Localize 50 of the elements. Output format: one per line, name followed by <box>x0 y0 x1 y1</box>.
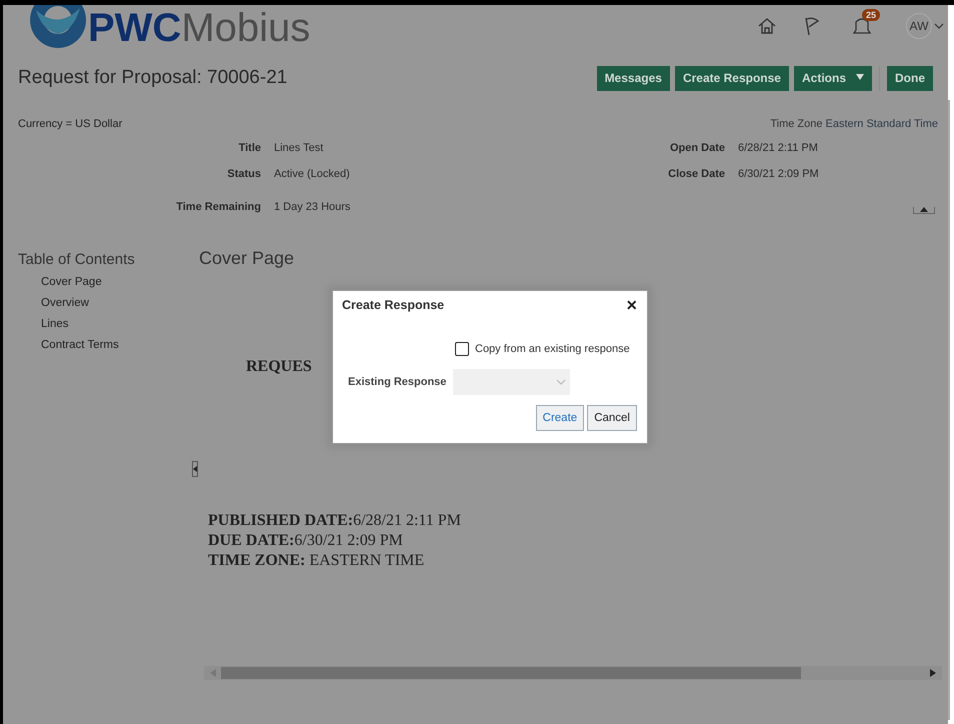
field-label: Status <box>226 168 261 180</box>
field-value: 6/30/21 2:09 PM <box>738 168 819 180</box>
toolbar-button[interactable]: Done <box>887 66 933 90</box>
splitter-handle[interactable] <box>192 461 198 477</box>
time-zone-value: Eastern Standard Time <box>825 118 938 130</box>
caret-down-icon <box>856 74 864 80</box>
field-label: Time Remaining <box>175 201 261 213</box>
field-label: Open Date <box>668 142 725 154</box>
document-text: DUE DATE:6/30/21 2:09 PM <box>208 531 404 551</box>
scroll-right-icon[interactable] <box>930 669 936 677</box>
section-heading: Cover Page <box>199 248 296 269</box>
field-value: 6/28/21 2:11 PM <box>738 142 819 154</box>
toc-link[interactable]: Lines <box>41 318 199 330</box>
page-title: Request for Proposal: 70006-21 <box>18 67 288 89</box>
create-button[interactable]: Create <box>536 405 584 431</box>
collapse-button[interactable] <box>913 207 935 214</box>
close-button[interactable]: × <box>626 294 637 316</box>
chevron-down-icon[interactable] <box>934 22 944 30</box>
cancel-button[interactable]: Cancel <box>587 405 637 431</box>
bell-icon[interactable] <box>852 16 872 36</box>
chevron-down-icon <box>556 379 566 385</box>
field-value: Active (Locked) <box>274 168 351 180</box>
home-icon[interactable] <box>757 16 777 36</box>
dialog-title: Create Response <box>342 298 444 312</box>
logo-icon <box>30 5 86 48</box>
field-label: Title <box>238 142 261 154</box>
document-text: TIME ZONE: EASTERN TIME <box>208 551 426 571</box>
toolbar-button[interactable]: Create Response <box>674 66 789 90</box>
actions-menu-button[interactable]: Actions <box>794 66 872 90</box>
checkbox[interactable] <box>455 342 469 356</box>
toolbar-button[interactable]: Messages <box>596 66 670 90</box>
horizontal-scrollbar[interactable] <box>204 666 942 680</box>
document-text: PUBLISHED DATE:6/28/21 2:11 PM <box>208 511 462 531</box>
field-label: Close Date <box>667 168 725 180</box>
caret-up-icon <box>920 207 928 212</box>
checkbox-label: Copy from an existing response <box>475 343 630 355</box>
document-heading: REQUES <box>246 358 313 376</box>
currency-text: Currency = US Dollar <box>18 118 124 130</box>
time-zone-label: Time Zone <box>770 118 822 130</box>
toc-link[interactable]: Contract Terms <box>41 339 199 351</box>
field-label: Existing Response <box>348 376 446 388</box>
caret-left-icon <box>193 466 197 472</box>
toc-link[interactable]: Cover Page <box>41 276 199 288</box>
toc-title: Table of Contents <box>18 251 136 268</box>
logo-text: PWCMobius <box>88 5 310 51</box>
toc-link[interactable]: Overview <box>41 297 199 309</box>
avatar-button[interactable]: AW <box>906 13 932 39</box>
field-value: 1 Day 23 Hours <box>274 201 352 213</box>
notification-count: 25 <box>862 9 880 21</box>
field-value: Lines Test <box>274 142 324 154</box>
